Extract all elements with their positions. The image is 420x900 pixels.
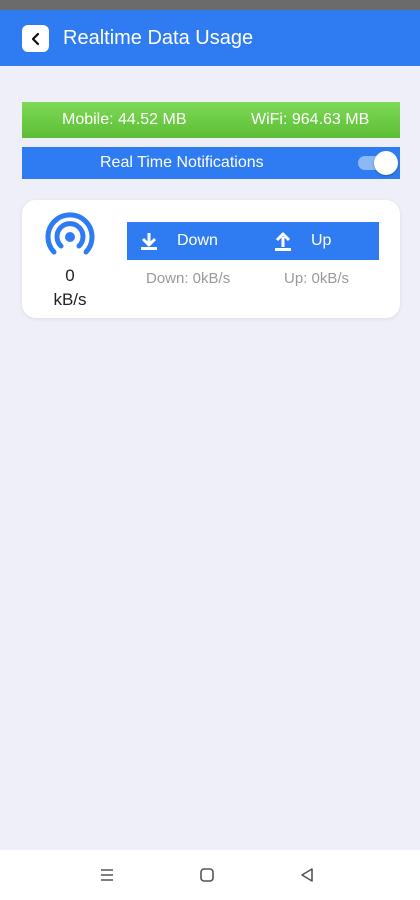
up-rate-text: Up: 0kB/s	[284, 270, 350, 287]
triangle-back-icon[interactable]	[297, 865, 317, 885]
direction-bar: Down Up	[127, 222, 379, 260]
speed-value: 0	[65, 266, 75, 285]
menu-lines-icon[interactable]	[97, 865, 117, 885]
app-bar: Realtime Data Usage	[0, 10, 420, 66]
upload-icon	[275, 232, 291, 251]
chevron-left-icon	[31, 32, 39, 45]
down-rate-text: Down: 0kB/s	[146, 270, 231, 287]
up-label: Up	[311, 232, 332, 249]
status-bar	[0, 0, 420, 10]
download-icon	[141, 233, 157, 250]
broadcast-signal-icon	[45, 212, 95, 255]
down-tab[interactable]: Down	[127, 222, 253, 260]
up-tab[interactable]: Up	[253, 222, 379, 260]
down-label: Down	[177, 232, 218, 249]
square-home-icon[interactable]	[197, 865, 217, 885]
notifications-label: Real Time Notifications	[100, 154, 264, 171]
notifications-toggle[interactable]	[356, 151, 398, 175]
toggle-knob	[374, 151, 398, 175]
notifications-row: Real Time Notifications	[22, 147, 400, 179]
speed-unit: kB/s	[53, 290, 87, 309]
back-button[interactable]	[22, 25, 49, 52]
wifi-usage-text: WiFi: 964.63 MB	[251, 111, 370, 128]
page-title: Realtime Data Usage	[63, 27, 254, 49]
mobile-usage-text: Mobile: 44.52 MB	[62, 111, 187, 128]
speed-card: 0 kB/s Down Up Down: 0kB/s Up: 0kB/s	[22, 200, 400, 318]
usage-summary-bar: Mobile: 44.52 MB WiFi: 964.63 MB	[22, 102, 400, 138]
system-nav-bar	[0, 850, 420, 900]
